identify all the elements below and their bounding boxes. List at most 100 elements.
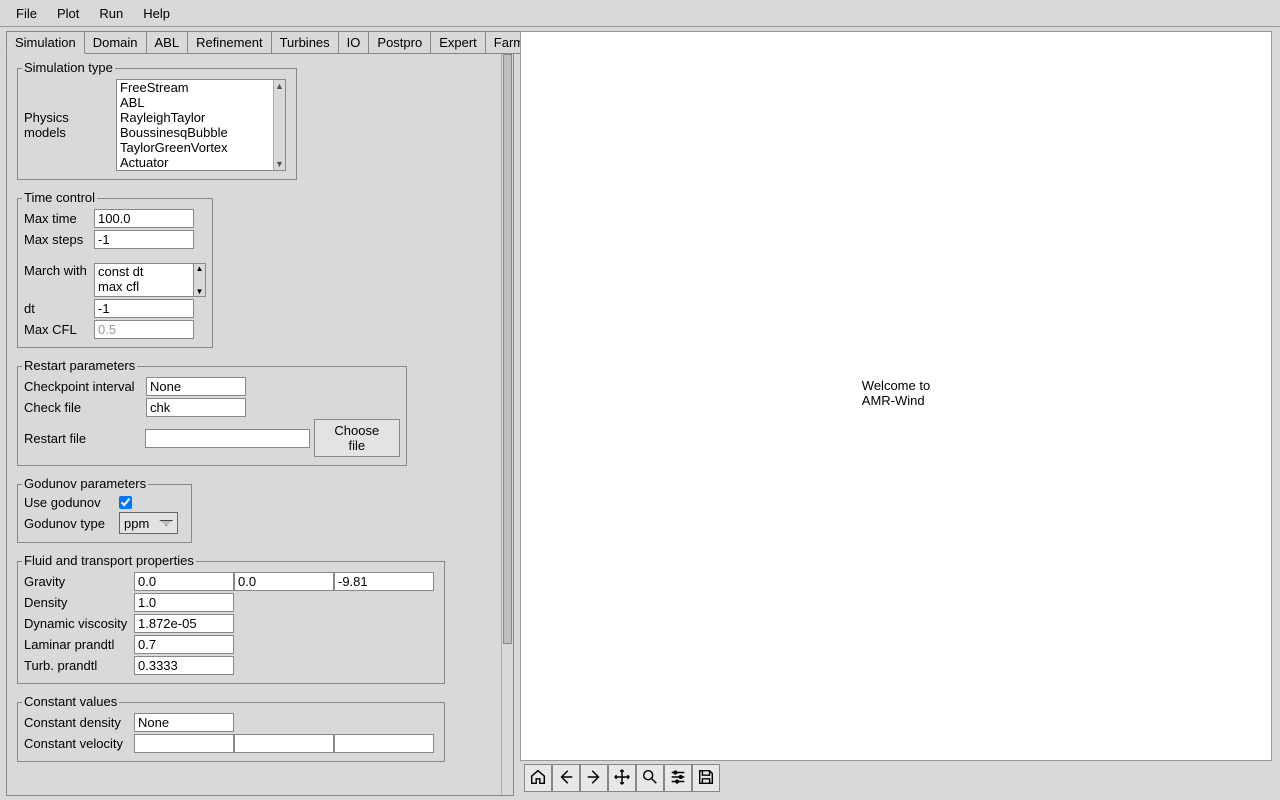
- save-button[interactable]: [692, 764, 720, 792]
- label-constant-velocity: Constant velocity: [24, 736, 134, 751]
- welcome-line1: Welcome to: [862, 378, 930, 393]
- constant-velocity-y-input[interactable]: [234, 734, 334, 753]
- plot-canvas: Welcome to AMR-Wind: [520, 31, 1272, 761]
- workarea: Simulation Domain ABL Refinement Turbine…: [0, 27, 1280, 800]
- listbox-scrollbar[interactable]: ▲▼: [194, 263, 206, 297]
- label-max-steps: Max steps: [24, 232, 94, 247]
- tab-refinement[interactable]: Refinement: [187, 31, 271, 54]
- turb-prandtl-input[interactable]: [134, 656, 234, 675]
- tab-page: Simulation type Physics models FreeStrea…: [6, 53, 514, 796]
- welcome-text: Welcome to AMR-Wind: [862, 378, 930, 408]
- arrow-right-icon: [585, 768, 603, 789]
- label-turb-prandtl: Turb. prandtl: [24, 658, 134, 673]
- list-item[interactable]: Actuator: [117, 155, 285, 170]
- group-legend: Time control: [22, 190, 97, 205]
- menubar: File Plot Run Help: [0, 0, 1280, 27]
- tab-domain[interactable]: Domain: [84, 31, 147, 54]
- restart-file-input[interactable]: [145, 429, 310, 448]
- max-cfl-input: [94, 320, 194, 339]
- constant-velocity-z-input[interactable]: [334, 734, 434, 753]
- check-file-input[interactable]: [146, 398, 246, 417]
- plot-toolbar: [520, 764, 1280, 796]
- viscosity-input[interactable]: [134, 614, 234, 633]
- checkpoint-interval-input[interactable]: [146, 377, 246, 396]
- label-density: Density: [24, 595, 134, 610]
- density-input[interactable]: [134, 593, 234, 612]
- vertical-scrollbar[interactable]: [501, 54, 513, 795]
- list-item[interactable]: RayleighTaylor: [117, 110, 285, 125]
- label-constant-density: Constant density: [24, 715, 134, 730]
- group-legend: Godunov parameters: [22, 476, 148, 491]
- arrow-left-icon: [557, 768, 575, 789]
- physics-models-listbox[interactable]: FreeStream ABL RayleighTaylor Boussinesq…: [116, 79, 286, 171]
- pan-button[interactable]: [608, 764, 636, 792]
- label-max-time: Max time: [24, 211, 94, 226]
- menu-help[interactable]: Help: [133, 2, 180, 25]
- left-panel: Simulation Domain ABL Refinement Turbine…: [0, 27, 520, 800]
- list-item[interactable]: TaylorGreenVortex: [117, 140, 285, 155]
- laminar-prandtl-input[interactable]: [134, 635, 234, 654]
- list-item[interactable]: max cfl: [95, 279, 193, 294]
- back-button[interactable]: [552, 764, 580, 792]
- constant-velocity-x-input[interactable]: [134, 734, 234, 753]
- label-dt: dt: [24, 301, 94, 316]
- menu-file[interactable]: File: [6, 2, 47, 25]
- gravity-z-input[interactable]: [334, 572, 434, 591]
- home-icon: [529, 768, 547, 789]
- use-godunov-checkbox[interactable]: [119, 496, 132, 509]
- zoom-icon: [641, 768, 659, 789]
- march-with-listbox[interactable]: const dt max cfl: [94, 263, 194, 297]
- group-legend: Constant values: [22, 694, 119, 709]
- gravity-y-input[interactable]: [234, 572, 334, 591]
- tab-io[interactable]: IO: [338, 31, 370, 54]
- label-march-with: March with: [24, 263, 94, 278]
- group-constant-values: Constant values Constant density Constan…: [17, 702, 445, 762]
- scrollbar-thumb[interactable]: [503, 54, 512, 644]
- choose-file-button[interactable]: Choose file: [314, 419, 400, 457]
- gravity-x-input[interactable]: [134, 572, 234, 591]
- tab-expert[interactable]: Expert: [430, 31, 486, 54]
- group-fluid: Fluid and transport properties Gravity D…: [17, 561, 445, 684]
- welcome-line2: AMR-Wind: [862, 393, 930, 408]
- constant-density-input[interactable]: [134, 713, 234, 732]
- listbox-scrollbar[interactable]: ▲▼: [273, 80, 285, 170]
- label-godunov-type: Godunov type: [24, 516, 119, 531]
- right-panel: Welcome to AMR-Wind: [520, 27, 1280, 800]
- configure-button[interactable]: [664, 764, 692, 792]
- chevron-down-icon: [159, 520, 173, 526]
- tab-simulation[interactable]: Simulation: [6, 31, 85, 54]
- menu-run[interactable]: Run: [89, 2, 133, 25]
- group-godunov: Godunov parameters Use godunov Godunov t…: [17, 484, 192, 543]
- list-item[interactable]: ABL: [117, 95, 285, 110]
- label-physics-models: Physics models: [24, 110, 116, 140]
- group-legend: Simulation type: [22, 60, 115, 75]
- list-item[interactable]: BoussinesqBubble: [117, 125, 285, 140]
- tab-postpro[interactable]: Postpro: [368, 31, 431, 54]
- label-laminar-prandtl: Laminar prandtl: [24, 637, 134, 652]
- menu-plot[interactable]: Plot: [47, 2, 89, 25]
- max-steps-input[interactable]: [94, 230, 194, 249]
- home-button[interactable]: [524, 764, 552, 792]
- group-time-control: Time control Max time Max steps March wi…: [17, 198, 213, 348]
- dt-input[interactable]: [94, 299, 194, 318]
- move-icon: [613, 768, 631, 789]
- group-restart: Restart parameters Checkpoint interval C…: [17, 366, 407, 466]
- label-gravity: Gravity: [24, 574, 134, 589]
- zoom-button[interactable]: [636, 764, 664, 792]
- group-legend: Restart parameters: [22, 358, 137, 373]
- label-restart-file: Restart file: [24, 431, 145, 446]
- list-item[interactable]: const dt: [95, 264, 193, 279]
- sliders-icon: [669, 768, 687, 789]
- label-check-file: Check file: [24, 400, 146, 415]
- tab-abl[interactable]: ABL: [146, 31, 189, 54]
- save-icon: [697, 768, 715, 789]
- label-use-godunov: Use godunov: [24, 495, 119, 510]
- label-max-cfl: Max CFL: [24, 322, 94, 337]
- list-item[interactable]: FreeStream: [117, 80, 285, 95]
- godunov-type-select[interactable]: ppm: [119, 512, 178, 534]
- forward-button[interactable]: [580, 764, 608, 792]
- tab-row: Simulation Domain ABL Refinement Turbine…: [6, 31, 520, 54]
- tab-turbines[interactable]: Turbines: [271, 31, 339, 54]
- max-time-input[interactable]: [94, 209, 194, 228]
- form-scroll: Simulation type Physics models FreeStrea…: [7, 54, 501, 795]
